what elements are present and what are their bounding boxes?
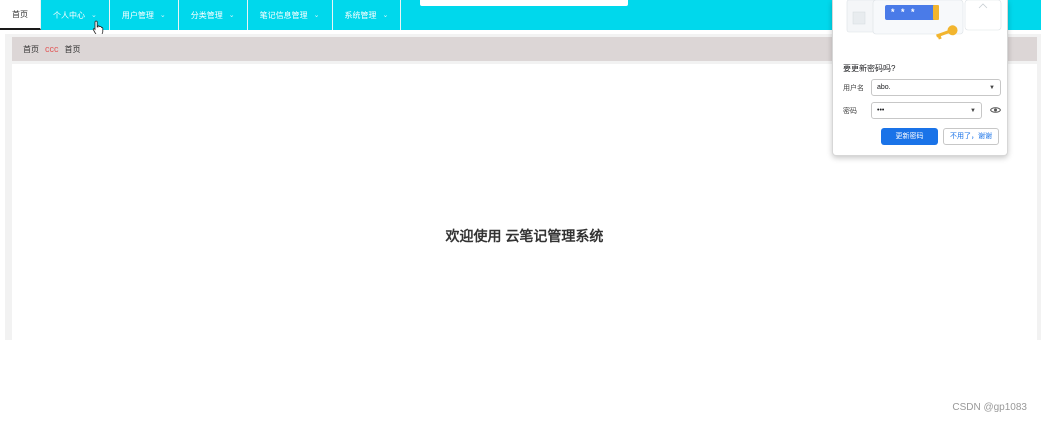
username-value: abo. (877, 84, 891, 91)
dropdown-arrow-icon: ▼ (970, 107, 976, 114)
chevron-down-icon: ⌄ (91, 12, 97, 19)
no-thanks-button[interactable]: 不用了，谢谢 (943, 128, 999, 145)
update-password-button[interactable]: 更新密码 (881, 128, 938, 145)
chevron-down-icon: ⌄ (159, 12, 166, 19)
top-search-box[interactable] (420, 0, 628, 6)
nav-item-system-management[interactable]: 系统管理 ⌄ (333, 0, 402, 30)
nav-item-label: 系统管理 (344, 10, 377, 20)
breadcrumb-separator: ccc (45, 44, 59, 54)
password-popup-title: 要更新密码吗? (843, 64, 896, 73)
password-value: ••• (877, 107, 885, 114)
password-row: 密码 ••• ▼ (843, 102, 1001, 119)
show-password-eye-icon[interactable] (990, 106, 1001, 114)
password-update-popup: * * * 要更新密码吗? 用户名 abo. ▼ 密码 ••• ▼ 更新密码 不… (832, 0, 1008, 156)
chevron-down-icon: ⌄ (313, 12, 320, 19)
nav-item-note-management[interactable]: 笔记信息管理 ⌄ (248, 0, 333, 30)
nav-item-home[interactable]: 首页 (0, 0, 41, 30)
chevron-down-icon: ⌄ (382, 12, 389, 19)
nav-item-label: 首页 (12, 9, 28, 19)
nav-item-label: 个人中心 (53, 10, 85, 20)
welcome-title: 欢迎使用 云笔记管理系统 (445, 228, 604, 244)
nav-item-label: 分类管理 (190, 10, 223, 20)
username-label: 用户名 (843, 84, 864, 92)
password-label: 密码 (843, 107, 857, 115)
username-select[interactable]: abo. ▼ (871, 79, 1001, 96)
dropdown-arrow-icon: ▼ (989, 84, 995, 91)
nav-item-user-management[interactable]: 用户管理 ⌄ (110, 0, 179, 30)
nav-item-label: 笔记信息管理 (259, 10, 308, 20)
nav-item-category-management[interactable]: 分类管理 ⌄ (179, 0, 248, 30)
password-mask-text: * * * (891, 7, 917, 17)
nav-item-label: 用户管理 (121, 10, 154, 20)
breadcrumb-current: 首页 (64, 44, 81, 54)
chevron-down-icon: ⌄ (228, 12, 235, 19)
watermark: CSDN @gp1083 (952, 402, 1027, 413)
breadcrumb-home[interactable]: 首页 (23, 44, 39, 55)
username-row: 用户名 abo. ▼ (843, 79, 1001, 96)
password-select[interactable]: ••• ▼ (871, 102, 982, 119)
